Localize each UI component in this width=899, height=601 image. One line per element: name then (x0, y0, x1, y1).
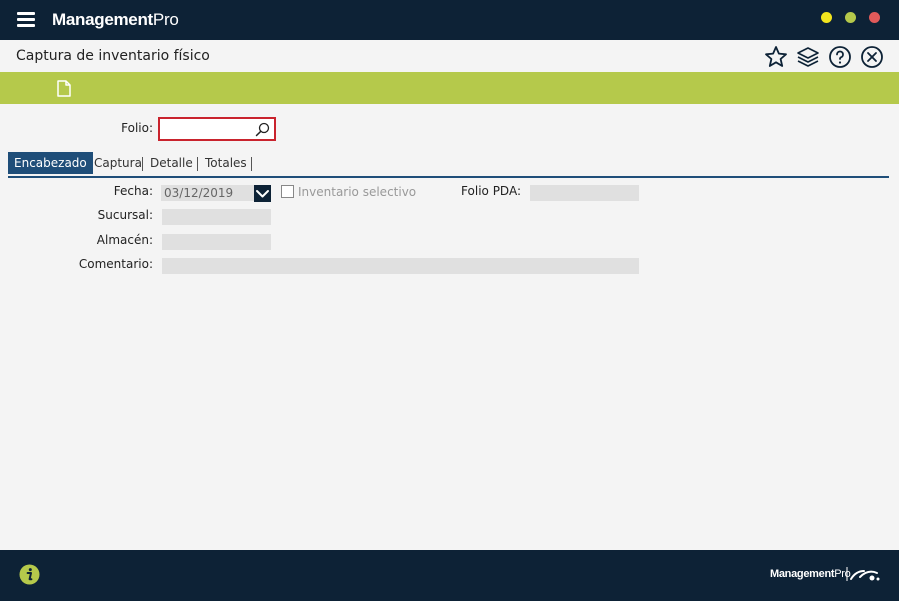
maximize-button[interactable] (845, 12, 856, 23)
page-header: Captura de inventario físico (0, 40, 899, 73)
tab-detalle[interactable]: Detalle (144, 152, 199, 174)
star-icon[interactable] (764, 45, 788, 69)
almacen-label: Almacén: (96, 233, 153, 247)
almacen-field[interactable] (162, 234, 271, 250)
hamburger-menu-icon[interactable] (17, 12, 35, 28)
minimize-button[interactable] (821, 12, 832, 23)
comentario-label: Comentario: (78, 257, 153, 271)
sucursal-label: Sucursal: (97, 208, 153, 222)
tab-encabezado[interactable]: Encabezado (8, 152, 93, 174)
tab-separator (197, 157, 198, 171)
company-logo-icon (846, 567, 880, 581)
brand-name: Management (52, 10, 153, 29)
title-bar: ManagementPro (0, 0, 899, 40)
page-title: Captura de inventario físico (16, 48, 210, 64)
tab-separator (142, 157, 143, 171)
search-icon[interactable] (255, 122, 270, 137)
fecha-label: Fecha: (113, 184, 153, 198)
footer (0, 550, 899, 601)
sucursal-field[interactable] (162, 209, 271, 225)
folio-search-box[interactable] (158, 117, 276, 141)
layers-icon[interactable] (796, 45, 820, 69)
fecha-field[interactable]: 03/12/2019 (161, 185, 255, 201)
close-icon[interactable] (860, 45, 884, 69)
footer-brand: ManagementPro (770, 568, 851, 580)
tab-captura[interactable]: Captura (88, 152, 148, 174)
close-window-button[interactable] (869, 12, 880, 23)
folio-pda-label: Folio PDA: (461, 184, 521, 198)
tab-bar: Encabezado Captura Detalle Totales (8, 152, 889, 178)
info-icon[interactable] (19, 564, 40, 585)
footer-brand-name: Management (770, 568, 835, 580)
folio-label: Folio: (121, 121, 153, 135)
help-icon[interactable] (828, 45, 852, 69)
comentario-field[interactable] (162, 258, 639, 274)
inventario-selectivo-label: Inventario selectivo (298, 185, 417, 199)
folio-pda-field[interactable] (530, 185, 639, 201)
tab-separator (251, 157, 252, 171)
app-brand: ManagementPro (52, 10, 179, 30)
inventario-selectivo-checkbox[interactable] (281, 185, 294, 198)
toolbar (0, 72, 899, 104)
brand-suffix: Pro (152, 10, 179, 29)
folio-input[interactable] (162, 121, 252, 137)
new-document-icon[interactable] (57, 80, 71, 97)
chevron-down-icon (256, 190, 269, 198)
tab-totales[interactable]: Totales (199, 152, 253, 174)
date-picker-button[interactable] (254, 185, 271, 202)
